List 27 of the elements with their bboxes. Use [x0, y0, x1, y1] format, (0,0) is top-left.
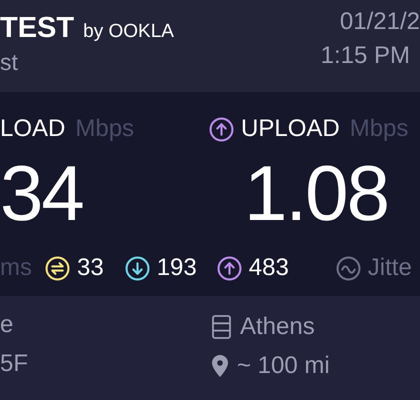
metric-value: 33 — [77, 256, 104, 280]
ping-unit: ms — [0, 256, 32, 280]
result-label: UPLOAD — [241, 117, 340, 141]
brand-name: TEST — [0, 14, 74, 43]
download-icon — [124, 256, 150, 280]
speed-value: 34 — [0, 154, 84, 232]
upload-icon — [216, 256, 242, 280]
metric-value: Jitte — [368, 256, 412, 280]
provider-text: e — [0, 313, 14, 340]
server-name: Athens — [240, 314, 315, 338]
speed-value: 1.08 — [243, 154, 390, 232]
test-date: 01/21/2 — [340, 10, 420, 34]
provider-text: 5F — [0, 352, 30, 379]
server-icon — [212, 314, 231, 338]
upload-icon — [209, 116, 234, 142]
brand-logo: by OOKLA — [83, 22, 174, 41]
idle-icon — [45, 256, 70, 280]
location-pin-icon — [212, 354, 228, 376]
jitter-icon — [336, 256, 361, 280]
test-time: 1:15 PM — [320, 44, 411, 68]
unit-label: Mbps — [350, 117, 408, 141]
metric-value: 483 — [248, 256, 289, 280]
subtitle: st — [0, 51, 19, 74]
result-label: LOAD — [0, 117, 66, 141]
unit-label: Mbps — [75, 117, 134, 141]
server-distance: ~ 100 mi — [237, 354, 330, 378]
metric-value: 193 — [156, 256, 197, 280]
